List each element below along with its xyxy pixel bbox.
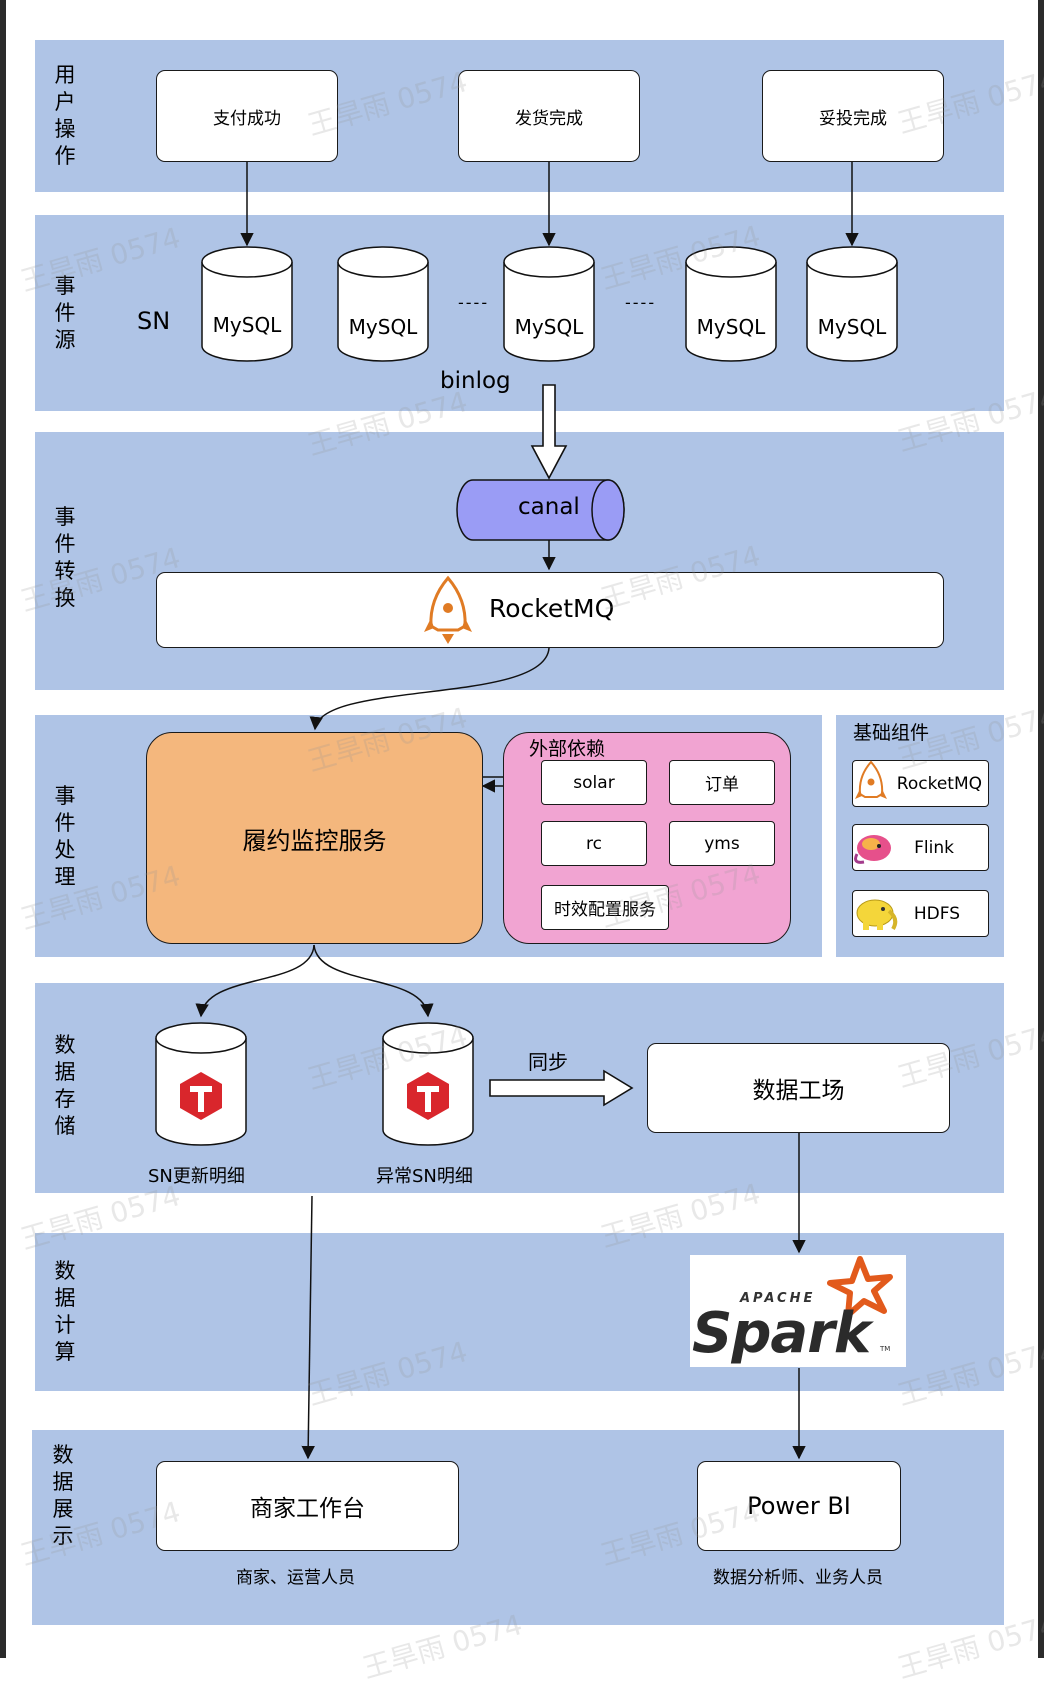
binlog-hollow-arrow bbox=[530, 384, 568, 480]
dep-solar: solar bbox=[541, 760, 647, 805]
canal-label: canal bbox=[518, 494, 580, 520]
arrow-service-to-sn-detail bbox=[195, 944, 315, 1018]
op-box-delivery-complete: 妥投完成 bbox=[762, 70, 944, 162]
arrow-storage-to-merchant bbox=[301, 1195, 315, 1460]
sync-label: 同步 bbox=[528, 1050, 568, 1074]
base-hdfs: HDFS bbox=[852, 890, 989, 937]
mysql-cylinder-3 bbox=[503, 246, 595, 362]
mysql-label-1: MySQL bbox=[212, 313, 282, 337]
powerbi-box: Power BI bbox=[697, 1461, 901, 1551]
data-warehouse-box: 数据工场 bbox=[647, 1043, 950, 1133]
merchant-console-box: 商家工作台 bbox=[156, 1461, 459, 1551]
base-flink: Flink bbox=[852, 824, 989, 871]
mysql-label-4: MySQL bbox=[696, 315, 766, 339]
sn-label: SN bbox=[137, 307, 171, 335]
dep-yms: yms bbox=[669, 821, 775, 866]
external-deps-title: 外部依赖 bbox=[529, 738, 606, 760]
rocketmq-label: RocketMQ bbox=[489, 594, 615, 623]
spark-logo: APACHE Spark TM bbox=[690, 1255, 906, 1367]
dep-timeliness-config: 时效配置服务 bbox=[541, 885, 669, 930]
abnormal-sn-detail-label: 异常SN明细 bbox=[376, 1166, 473, 1187]
op-box-pay-success: 支付成功 bbox=[156, 70, 338, 162]
mysql-cylinder-2 bbox=[337, 246, 429, 362]
sn-detail-label: SN更新明细 bbox=[148, 1166, 245, 1187]
base-rocketmq: RocketMQ bbox=[852, 760, 989, 807]
mysql-label-5: MySQL bbox=[817, 315, 887, 339]
op-box-ship-complete: 发货完成 bbox=[458, 70, 640, 162]
fulfillment-monitor-service: 履约监控服务 bbox=[146, 732, 483, 944]
dep-order: 订单 bbox=[669, 760, 775, 805]
sync-hollow-arrow bbox=[489, 1069, 634, 1107]
mysql-label-3: MySQL bbox=[514, 315, 584, 339]
mysql-cylinder-1 bbox=[201, 246, 293, 362]
arrow-rocketmq-to-service bbox=[309, 647, 550, 731]
spark-tm-label: TM bbox=[880, 1345, 891, 1353]
mysql-cylinder-4 bbox=[685, 246, 777, 362]
mysql-ellipsis-2: ---- bbox=[625, 293, 657, 312]
binlog-label: binlog bbox=[440, 368, 511, 394]
mysql-ellipsis-1: ---- bbox=[458, 293, 490, 312]
merchant-users-label: 商家、运营人员 bbox=[236, 1568, 355, 1588]
powerbi-users-label: 数据分析师、业务人员 bbox=[713, 1568, 883, 1588]
mysql-cylinder-5 bbox=[806, 246, 898, 362]
mysql-label-2: MySQL bbox=[348, 315, 418, 339]
spark-name-label: Spark bbox=[692, 1301, 871, 1366]
base-components-title: 基础组件 bbox=[853, 722, 930, 744]
arrow-service-to-abnormal-detail bbox=[313, 944, 434, 1018]
dep-rc: rc bbox=[541, 821, 647, 866]
